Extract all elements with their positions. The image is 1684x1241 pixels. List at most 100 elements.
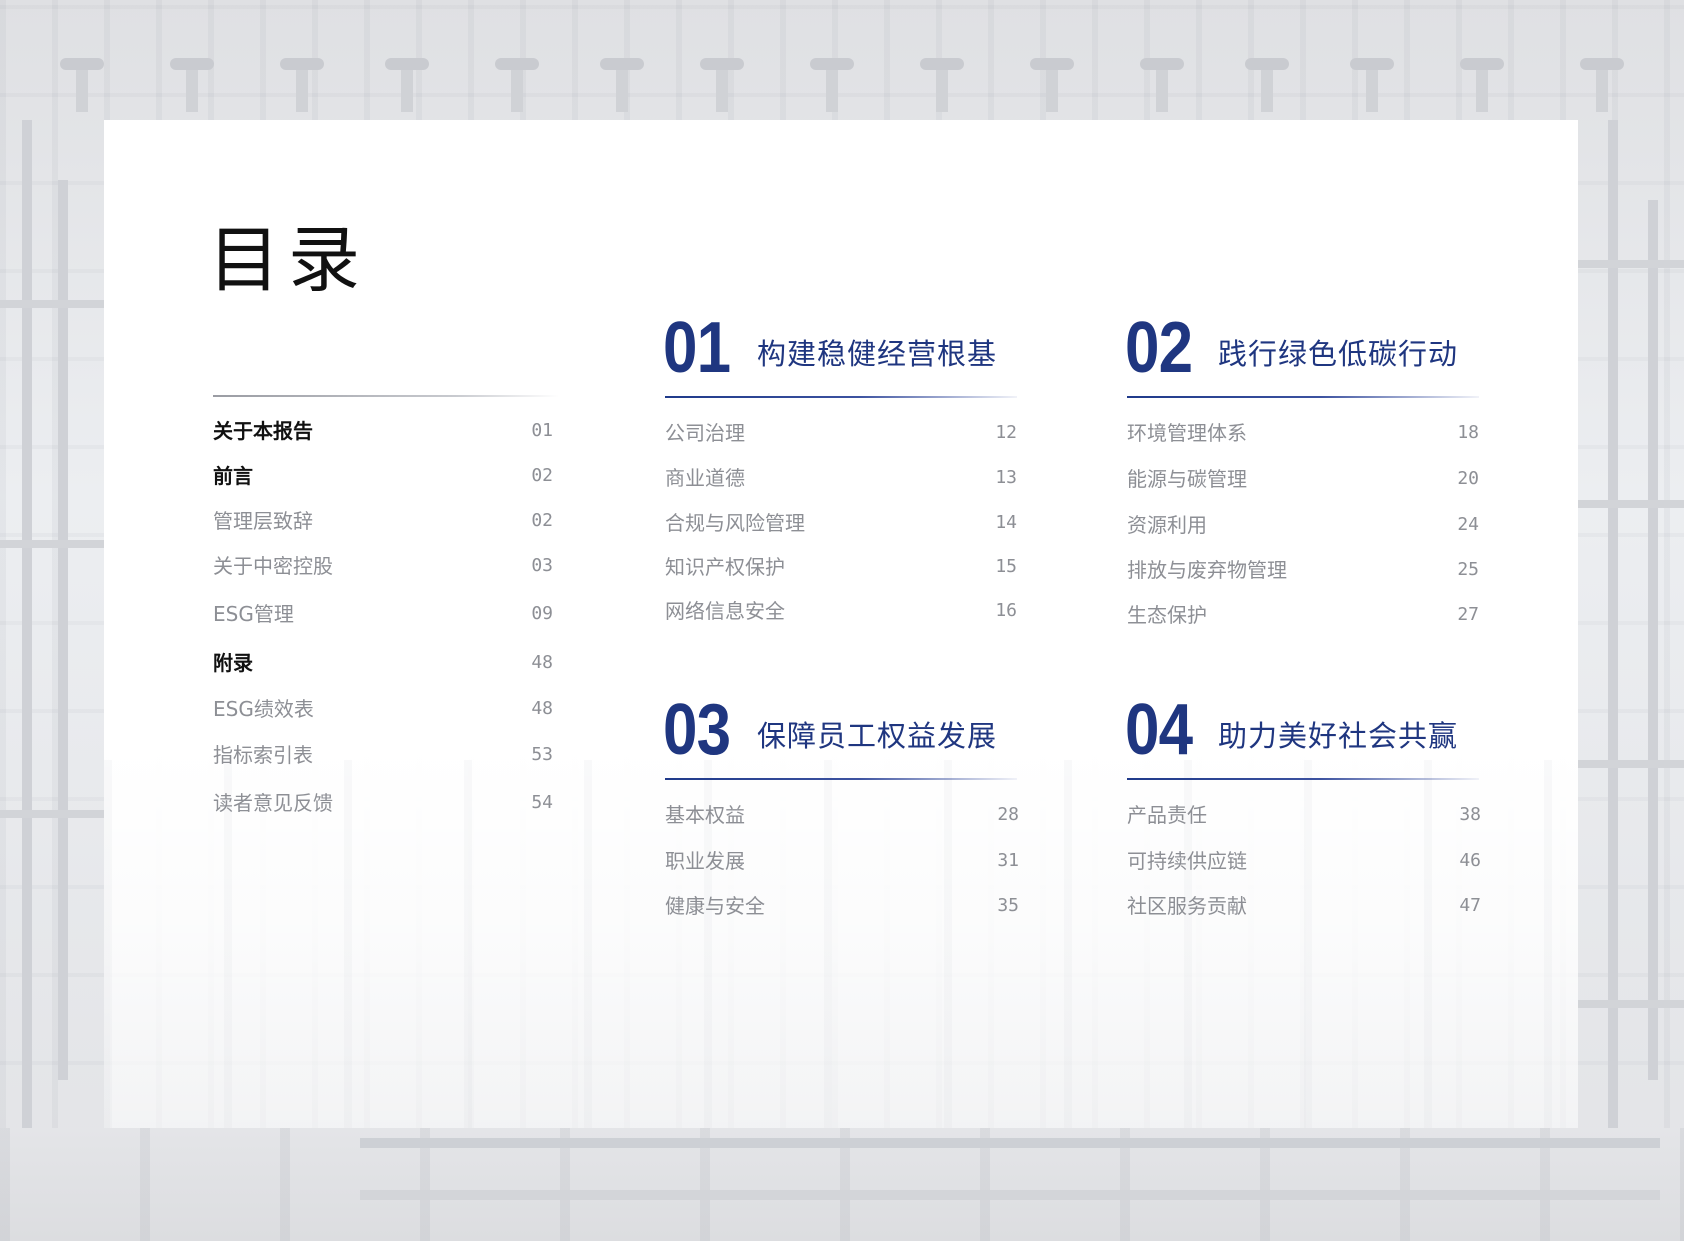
toc-entry-page: 28	[997, 804, 1019, 825]
toc-entry-label: 读者意见反馈	[213, 791, 333, 815]
toc-entry[interactable]: 前言 02	[213, 461, 553, 491]
section-title[interactable]: 构建稳健经营根基	[757, 336, 997, 372]
section-number: 03	[663, 690, 731, 770]
section-number: 01	[663, 308, 731, 388]
valve-shape	[385, 58, 429, 112]
toc-entry-page: 27	[1457, 604, 1479, 625]
toc-entry[interactable]: 能源与碳管理 20	[1127, 464, 1479, 494]
toc-entry-page: 38	[1459, 804, 1481, 825]
toc-entry-page: 16	[995, 600, 1017, 621]
section-number: 02	[1125, 308, 1193, 388]
toc-entry[interactable]: 读者意见反馈 54	[213, 788, 553, 818]
toc-entry[interactable]: 关于本报告 01	[213, 416, 553, 446]
toc-entry[interactable]: 生态保护 27	[1127, 600, 1479, 630]
toc-entry[interactable]: 环境管理体系 18	[1127, 418, 1479, 448]
toc-entry[interactable]: 资源利用 24	[1127, 510, 1479, 540]
toc-entry[interactable]: 健康与安全 35	[665, 891, 1019, 921]
toc-entry-page: 47	[1459, 895, 1481, 916]
toc-entry-page: 24	[1457, 514, 1479, 535]
toc-entry-label: 关于本报告	[213, 419, 313, 443]
toc-entry-page: 48	[531, 652, 553, 673]
toc-entry-page: 54	[531, 792, 553, 813]
toc-entry-page: 03	[531, 555, 553, 576]
toc-entry[interactable]: 公司治理 12	[665, 418, 1017, 448]
toc-entry-label: 公司治理	[665, 421, 745, 445]
toc-entry-label: 健康与安全	[665, 894, 765, 918]
section-title[interactable]: 助力美好社会共赢	[1218, 718, 1458, 754]
toc-entry-label: 前言	[213, 464, 253, 488]
toc-entry[interactable]: 排放与废弃物管理 25	[1127, 555, 1479, 585]
background-pipes-right	[1578, 120, 1684, 1130]
section-title[interactable]: 保障员工权益发展	[757, 718, 997, 754]
toc-entry[interactable]: 管理层致辞 02	[213, 506, 553, 536]
toc-entry-label: 附录	[213, 651, 253, 675]
toc-entry-page: 02	[531, 510, 553, 531]
toc-entry-page: 02	[531, 465, 553, 486]
toc-entry[interactable]: ESG管理 09	[213, 599, 553, 629]
toc-entry-label: 商业道德	[665, 466, 745, 490]
toc-entry[interactable]: 职业发展 31	[665, 846, 1019, 876]
toc-entry[interactable]: 基本权益 28	[665, 800, 1019, 830]
section-number: 04	[1125, 690, 1193, 770]
toc-entry-label: 排放与废弃物管理	[1127, 558, 1287, 582]
toc-entry-label: 产品责任	[1127, 803, 1207, 827]
valve-shape	[1030, 58, 1074, 112]
valve-shape	[280, 58, 324, 112]
toc-entry-page: 31	[997, 850, 1019, 871]
toc-entry-page: 53	[531, 744, 553, 765]
toc-entry[interactable]: 关于中密控股 03	[213, 551, 553, 581]
section-divider	[1127, 778, 1479, 780]
toc-entry[interactable]: 商业道德 13	[665, 463, 1017, 493]
toc-entry-page: 12	[995, 422, 1017, 443]
toc-entry-label: 能源与碳管理	[1127, 467, 1247, 491]
toc-entry[interactable]: 可持续供应链 46	[1127, 846, 1481, 876]
toc-entry[interactable]: 社区服务贡献 47	[1127, 891, 1481, 921]
valve-shape	[700, 58, 744, 112]
toc-entry-page: 14	[995, 512, 1017, 533]
valve-shape	[1350, 58, 1394, 112]
valve-shape	[1460, 58, 1504, 112]
toc-entry-label: 指标索引表	[213, 743, 313, 767]
valve-shape	[60, 58, 104, 112]
toc-entry-page: 09	[531, 603, 553, 624]
section-title[interactable]: 践行绿色低碳行动	[1218, 336, 1458, 372]
toc-entry[interactable]: 产品责任 38	[1127, 800, 1481, 830]
toc-entry-label: 网络信息安全	[665, 599, 785, 623]
toc-entry-page: 01	[531, 420, 553, 441]
toc-entry-page: 15	[995, 556, 1017, 577]
valve-shape	[1245, 58, 1289, 112]
valve-shape	[1580, 58, 1624, 112]
toc-entry-label: 社区服务贡献	[1127, 894, 1247, 918]
section-divider	[1127, 396, 1479, 398]
toc-entry-label: 可持续供应链	[1127, 849, 1247, 873]
section-divider	[665, 778, 1017, 780]
toc-entry-page: 35	[997, 895, 1019, 916]
toc-entry[interactable]: 指标索引表 53	[213, 740, 553, 770]
toc-entry-page: 48	[531, 698, 553, 719]
toc-entry-label: 生态保护	[1127, 603, 1207, 627]
toc-entry[interactable]: 合规与风险管理 14	[665, 508, 1017, 538]
valve-shape	[920, 58, 964, 112]
valve-shape	[495, 58, 539, 112]
toc-entry-label: 合规与风险管理	[665, 511, 805, 535]
background-rail	[360, 1190, 1660, 1200]
toc-entry[interactable]: ESG绩效表 48	[213, 694, 553, 724]
valve-shape	[810, 58, 854, 112]
toc-entry-label: ESG管理	[213, 602, 294, 626]
toc-entry-label: 关于中密控股	[213, 554, 333, 578]
valve-shape	[170, 58, 214, 112]
toc-entry[interactable]: 网络信息安全 16	[665, 596, 1017, 626]
left-column-divider	[213, 395, 559, 397]
toc-entry-label: 知识产权保护	[665, 555, 785, 579]
toc-entry-page: 18	[1457, 422, 1479, 443]
valve-shape	[1140, 58, 1184, 112]
toc-entry-page: 20	[1457, 468, 1479, 489]
toc-entry[interactable]: 知识产权保护 15	[665, 552, 1017, 582]
background-pipes-left	[0, 120, 104, 1130]
toc-entry-label: 职业发展	[665, 849, 745, 873]
toc-entry-label: ESG绩效表	[213, 697, 314, 721]
page-title: 目录	[208, 218, 369, 302]
toc-entry-label: 资源利用	[1127, 513, 1207, 537]
toc-entry-label: 基本权益	[665, 803, 745, 827]
toc-entry[interactable]: 附录 48	[213, 648, 553, 678]
